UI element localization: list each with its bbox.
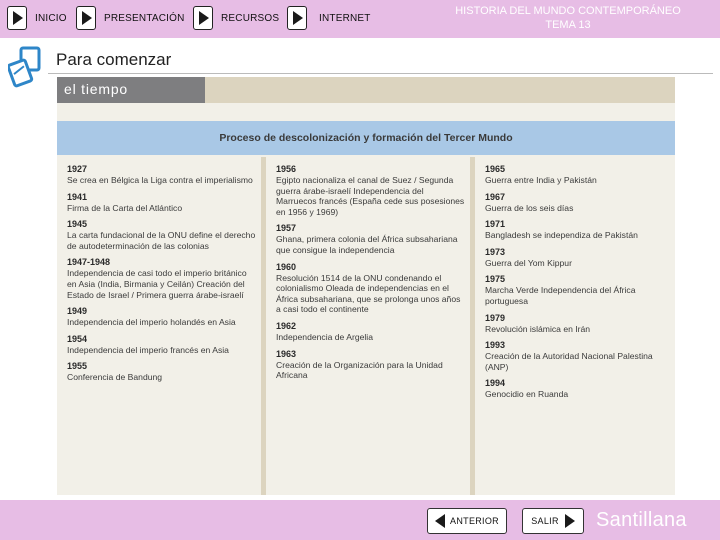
timeline-column-2: 1956 Egipto nacionaliza el canal de Suez … (276, 163, 466, 386)
timeline-entry: 1955 Conferencia de Bandung (67, 360, 257, 383)
timeline-entry: 1945 La carta fundacional de la ONU defin… (67, 218, 257, 251)
salir-label: SALIR (531, 516, 559, 526)
entry-text: Ghana, primera colonia del África subsah… (276, 234, 458, 255)
column-divider (470, 157, 475, 495)
timeline-entry: 1941 Firma de la Carta del Atlántico (67, 191, 257, 214)
entry-year: 1957 (276, 223, 297, 234)
entry-year: 1945 (67, 219, 88, 230)
entry-text: Independencia del imperio holandés en As… (67, 317, 236, 328)
entry-text: Independencia del imperio francés en Asi… (67, 344, 229, 355)
nav-internet-label: INTERNET (319, 12, 371, 24)
entry-year: 1965 (485, 164, 506, 174)
timeline-entry: 1949 Independencia del imperio holandés e… (67, 305, 257, 328)
entry-text: Guerra de los seis días (485, 202, 574, 213)
timeline-entry: 1957 Ghana, primera colonia del África su… (276, 222, 466, 255)
nav-presentacion-button[interactable]: PRESENTACIÓN (76, 6, 185, 30)
course-title-line1: HISTORIA DEL MUNDO CONTEMPORÁNEO (455, 5, 681, 17)
entry-year: 1960 (276, 261, 297, 272)
entry-text: Firma de la Carta del Atlántico (67, 202, 183, 213)
timeline-entry: 1927 Se crea en Bélgica la Liga contra el… (67, 163, 257, 186)
entry-year: 1975 (485, 274, 506, 285)
timeline-card: el tiempo Proceso de descolonización y f… (57, 77, 675, 495)
entry-year: 1973 (485, 246, 506, 257)
entry-text: Bangladesh se independiza de Pakistán (485, 230, 638, 241)
timeline-entry: 1967 Guerra de los seis días (485, 191, 675, 214)
anterior-label: ANTERIOR (450, 516, 499, 526)
entry-year: 1955 (67, 361, 88, 372)
nav-inicio-label: INICIO (35, 12, 67, 24)
timeline-entry: 1993 Creación de la Autoridad Nacional Pa… (485, 339, 675, 372)
timeline-entry: 1973 Guerra del Yom Kippur (485, 246, 675, 269)
entry-text: Guerra entre India y Pakistán (485, 175, 597, 185)
timeline-entry: 1963 Creación de la Organización para la … (276, 348, 466, 381)
tiempo-tab-label: el tiempo (64, 81, 129, 97)
entry-text: Revolución islámica en Irán (485, 323, 591, 334)
arrow-right-icon (564, 514, 575, 528)
timeline-entry: 1971 Bangladesh se independiza de Pakistá… (485, 218, 675, 241)
nav-presentacion-label: PRESENTACIÓN (104, 12, 185, 24)
nav-recursos-label: RECURSOS (221, 12, 280, 24)
bottom-navigation-bar: ANTERIOR SALIR Santillana (0, 500, 720, 540)
timeline-banner: Proceso de descolonización y formación d… (57, 121, 675, 155)
timeline-column-3: 1965 Guerra entre India y Pakistán 1967 Gu… (485, 163, 675, 405)
play-icon (76, 6, 96, 30)
entry-year: 1994 (485, 378, 506, 389)
tiempo-strip (205, 77, 675, 103)
timeline-entry: 1994 Genocidio en Ruanda (485, 377, 675, 400)
section-divider (48, 73, 713, 74)
entry-year: 1954 (67, 333, 88, 344)
brand-logo: Santillana (596, 509, 687, 531)
entry-text: Genocidio en Ruanda (485, 389, 569, 400)
entry-text: Independencia de Argelia (276, 331, 373, 342)
entry-year: 1956 (276, 164, 297, 174)
play-icon (193, 6, 213, 30)
arrow-left-icon (435, 514, 446, 528)
entry-text: Creación de la Organización para la Unid… (276, 359, 443, 381)
timeline-entry: 1965 Guerra entre India y Pakistán (485, 163, 675, 186)
entry-text: Egipto nacionaliza el canal de Suez / Se… (276, 175, 465, 217)
entry-year: 1963 (276, 348, 297, 359)
tiempo-tab: el tiempo (57, 77, 205, 103)
timeline-entry: 1954 Independencia del imperio francés en… (67, 333, 257, 356)
nav-recursos-button[interactable]: RECURSOS (193, 6, 279, 30)
entry-year: 1979 (485, 312, 506, 323)
entry-text: La carta fundacional de la ONU define el… (67, 230, 256, 251)
entry-text: Se crea en Bélgica la Liga contra el imp… (67, 175, 253, 185)
play-icon (287, 6, 307, 30)
timeline-entry: 1947-1948 Independencia de casi todo el i… (67, 256, 257, 300)
timeline-entry: 1960 Resolución 1514 de la ONU condenando… (276, 261, 466, 315)
course-title-line2: TEMA 13 (545, 19, 591, 31)
entry-text: Creación de la Autoridad Nacional Palest… (485, 351, 653, 372)
timeline-column-1: 1927 Se crea en Bélgica la Liga contra el… (67, 163, 257, 388)
timeline-entry: 1975 Marcha Verde Independencia del Áfric… (485, 273, 675, 306)
salir-button[interactable]: SALIR (522, 508, 584, 534)
entry-year: 1927 (67, 164, 88, 174)
entry-text: Conferencia de Bandung (67, 372, 163, 383)
section-title: Para comenzar (56, 50, 172, 69)
entry-year: 1967 (485, 191, 506, 202)
entry-text: Independencia de casi todo el imperio br… (67, 268, 247, 300)
timeline-entry: 1979 Revolución islámica en Irán (485, 312, 675, 335)
timeline-banner-title: Proceso de descolonización y formación d… (219, 132, 513, 144)
nav-internet-button[interactable]: INTERNET (287, 6, 371, 30)
entry-year: 1941 (67, 191, 88, 202)
course-title: HISTORIA DEL MUNDO CONTEMPORÁNEO TEMA 13 (432, 4, 704, 32)
anterior-button[interactable]: ANTERIOR (427, 508, 507, 534)
nav-inicio-button[interactable]: INICIO (7, 6, 67, 30)
entry-year: 1971 (485, 219, 506, 230)
entry-text: Marcha Verde Independencia del África po… (485, 285, 636, 306)
entry-year: 1962 (276, 320, 297, 331)
entry-text: Guerra del Yom Kippur (485, 257, 572, 268)
entry-year: 1993 (485, 340, 506, 351)
column-divider (261, 157, 266, 495)
entry-text: Resolución 1514 de la ONU condenando el … (276, 272, 461, 315)
timeline-entry: 1962 Independencia de Argelia (276, 320, 466, 343)
entry-year: 1949 (67, 306, 88, 317)
entry-year: 1947-1948 (67, 257, 111, 268)
top-navigation-bar: INICIO PRESENTACIÓN RECURSOS INTERNET HI… (0, 0, 720, 38)
play-icon (7, 6, 27, 30)
timeline-entry: 1956 Egipto nacionaliza el canal de Suez … (276, 163, 466, 217)
document-icon (8, 46, 41, 88)
